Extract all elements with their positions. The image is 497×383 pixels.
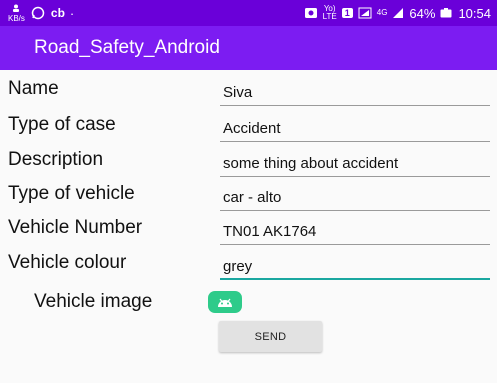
signal-bars-icon	[393, 8, 404, 18]
type-of-case-row: Type of case Accident	[0, 110, 497, 144]
type-of-case-input[interactable]: Accident	[220, 114, 490, 142]
vehicle-colour-label: Vehicle colour	[8, 252, 127, 273]
notification-dot: ·	[69, 5, 75, 21]
status-bar-right: Yo) LTE 1 4G 64% 10:54	[304, 5, 491, 21]
app-bar: Road_Safety_Android	[0, 26, 497, 70]
type-of-vehicle-label: Type of vehicle	[8, 183, 135, 204]
volte-indicator: Yo) LTE	[322, 4, 337, 21]
battery-percent: 64%	[409, 5, 436, 21]
gallery-icon	[304, 8, 317, 18]
type-of-case-label: Type of case	[8, 114, 116, 135]
sim-badge: 1	[341, 8, 353, 18]
name-input[interactable]: Siva	[220, 78, 490, 106]
vehicle-image-button[interactable]	[208, 291, 242, 313]
name-label: Name	[8, 78, 59, 99]
clock: 10:54	[458, 5, 491, 21]
vehicle-number-label: Vehicle Number	[8, 217, 143, 238]
send-button[interactable]: SEND	[219, 321, 322, 352]
name-row: Name Siva	[0, 74, 497, 108]
type-of-vehicle-row: Type of vehicle car - alto	[0, 179, 497, 213]
vehicle-colour-row: Vehicle colour grey	[0, 248, 497, 282]
network-type: 4G	[376, 8, 388, 17]
signal-strength-icon	[358, 7, 372, 19]
app-title: Road_Safety_Android	[34, 37, 220, 58]
status-bar: KB/s cb · Yo) LTE 1 4G 64% 10:54	[0, 0, 497, 26]
network-speed-unit: KB/s	[8, 13, 25, 23]
network-speed-indicator: KB/s	[8, 4, 25, 23]
person-icon	[13, 4, 20, 12]
whatsapp-icon	[31, 6, 45, 20]
vehicle-number-input[interactable]: TN01 AK1764	[220, 217, 490, 245]
vehicle-image-row: Vehicle image	[0, 287, 497, 321]
vehicle-colour-input[interactable]: grey	[220, 252, 490, 280]
type-of-vehicle-input[interactable]: car - alto	[220, 183, 490, 211]
description-row: Description some thing about accident	[0, 145, 497, 179]
status-bar-left: KB/s cb ·	[8, 4, 74, 23]
vehicle-image-label: Vehicle image	[34, 291, 153, 312]
android-icon	[218, 298, 232, 307]
app-notification-text: cb	[50, 6, 65, 20]
vehicle-number-row: Vehicle Number TN01 AK1764	[0, 213, 497, 247]
battery-icon	[440, 7, 452, 17]
description-label: Description	[8, 149, 104, 170]
description-input[interactable]: some thing about accident	[220, 149, 490, 177]
